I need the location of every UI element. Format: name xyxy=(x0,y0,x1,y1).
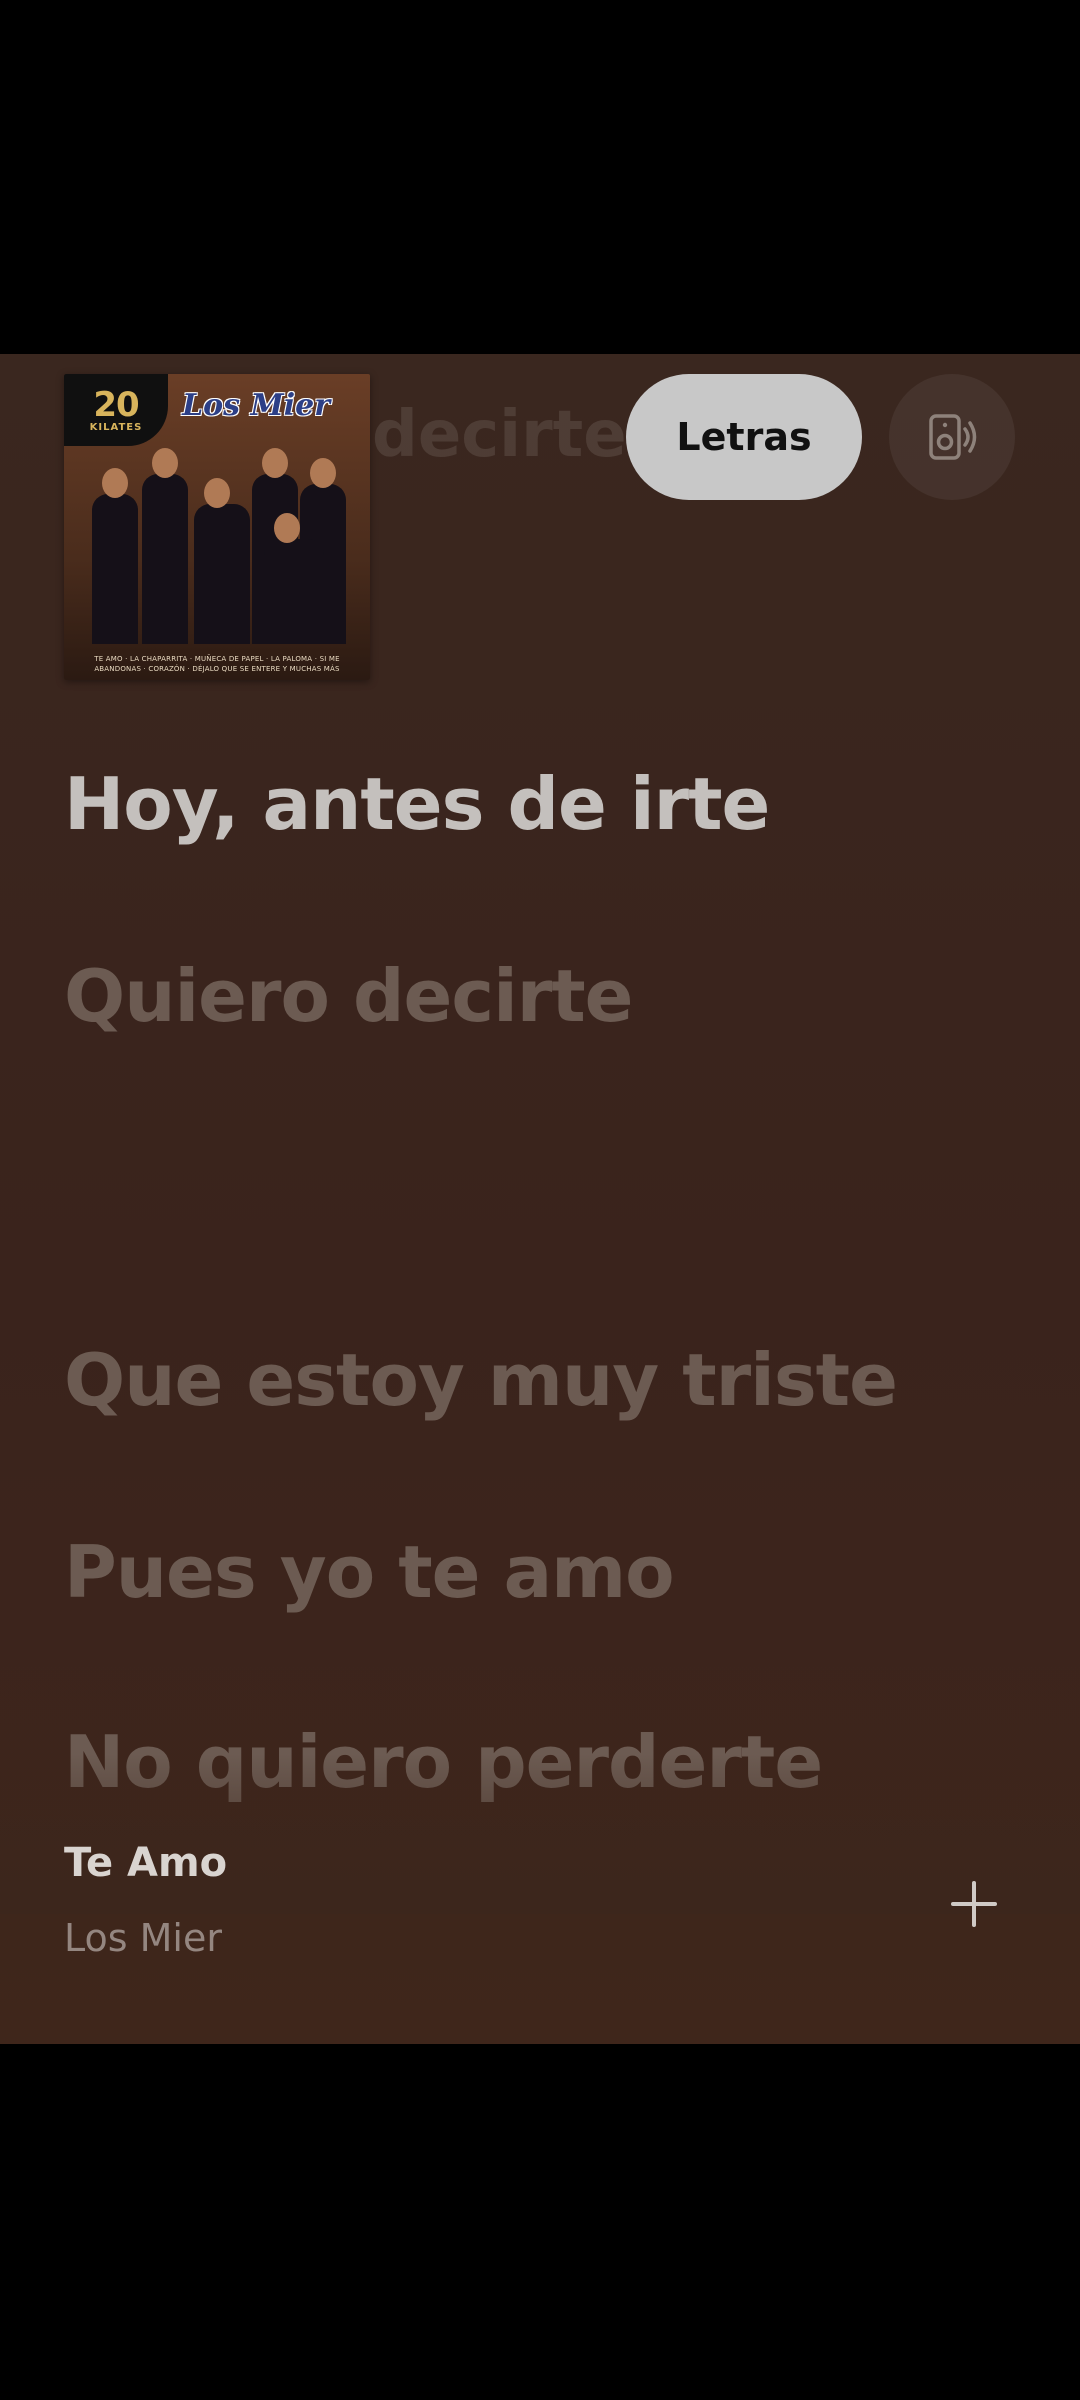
album-badge: 20 KILATES xyxy=(64,374,168,446)
lyrics-panel: 20 KILATES Los Mier TE AMO · LA CHAPARRI… xyxy=(0,354,1080,2044)
artist-logo: Los Mier xyxy=(182,388,330,423)
screen: 20 KILATES Los Mier TE AMO · LA CHAPARRI… xyxy=(0,0,1080,2400)
band-photo xyxy=(64,448,370,649)
track-artist[interactable]: Los Mier xyxy=(64,1916,222,1960)
plus-icon xyxy=(951,1881,997,1927)
lyric-line-current[interactable]: Hoy, antes de irte xyxy=(64,762,770,846)
badge-word: KILATES xyxy=(89,421,143,433)
connect-device-button[interactable] xyxy=(889,374,1015,500)
lyric-line[interactable]: Quiero decirte xyxy=(64,954,634,1038)
album-credits: TE AMO · LA CHAPARRITA · MUÑECA DE PAPEL… xyxy=(94,655,340,673)
lyrics-button[interactable]: Letras xyxy=(626,374,862,500)
scrolled-lyric-line: decirte xyxy=(372,398,627,472)
badge-number: 20 xyxy=(93,384,139,425)
album-cover[interactable]: 20 KILATES Los Mier TE AMO · LA CHAPARRI… xyxy=(64,374,370,680)
speaker-cast-icon xyxy=(929,414,977,460)
add-to-library-button[interactable] xyxy=(944,1874,1004,1934)
track-title: Te Amo xyxy=(64,1840,228,1886)
lyric-line[interactable]: Que estoy muy triste xyxy=(64,1338,898,1422)
lyrics-fade-overlay xyxy=(0,1754,1080,1914)
lyric-line[interactable]: Pues yo te amo xyxy=(64,1530,675,1614)
